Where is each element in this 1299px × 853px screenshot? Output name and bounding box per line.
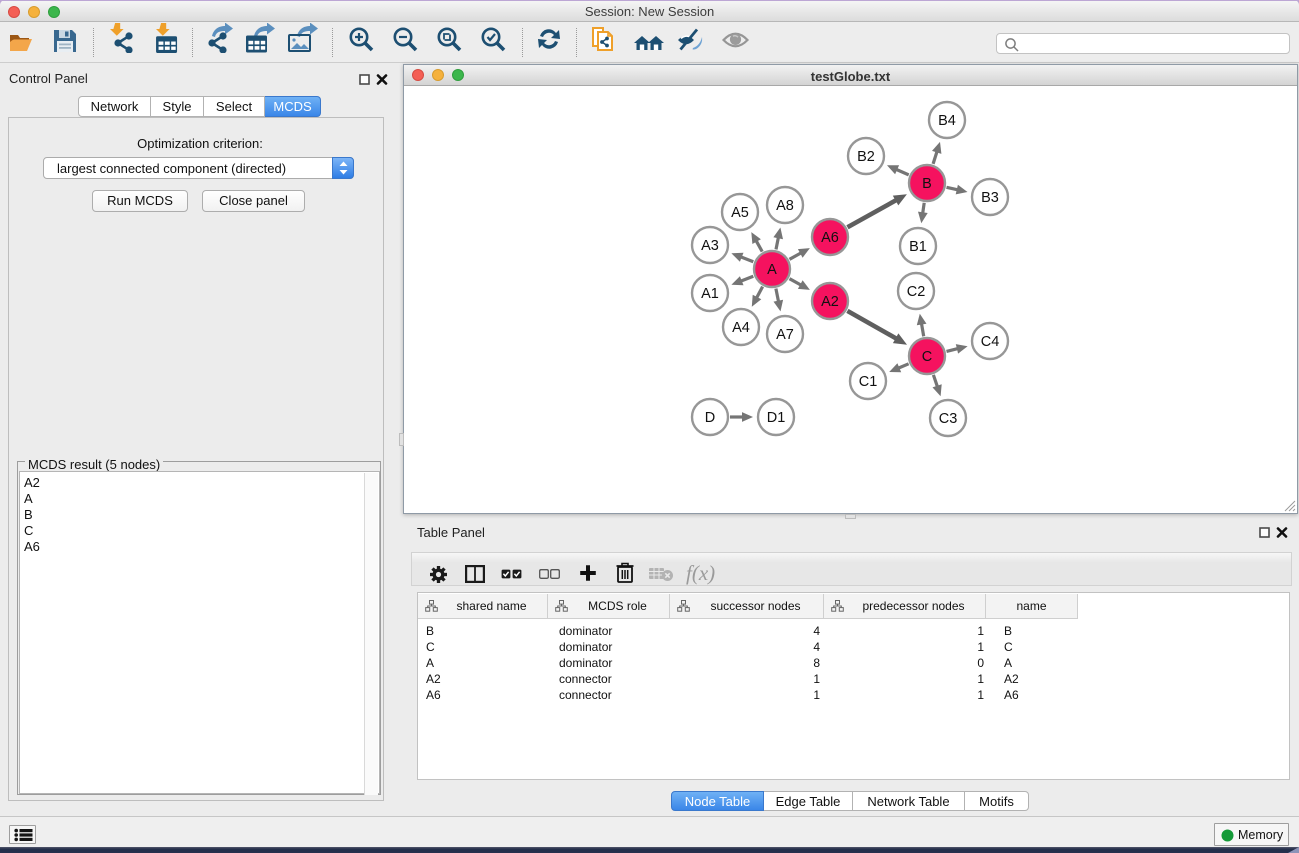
svg-text:A7: A7 <box>776 327 794 343</box>
svg-text:C3: C3 <box>939 411 958 427</box>
svg-text:C: C <box>922 349 932 365</box>
svg-text:B: B <box>922 176 932 192</box>
svg-text:B4: B4 <box>938 113 956 129</box>
svg-text:A8: A8 <box>776 198 794 214</box>
svg-text:C1: C1 <box>859 374 878 390</box>
svg-text:A2: A2 <box>821 294 839 310</box>
svg-text:A4: A4 <box>732 320 750 336</box>
svg-text:B1: B1 <box>909 239 927 255</box>
svg-text:A1: A1 <box>701 286 719 302</box>
svg-text:A6: A6 <box>821 230 839 246</box>
svg-text:A5: A5 <box>731 205 749 221</box>
svg-text:A3: A3 <box>701 238 719 254</box>
svg-text:B2: B2 <box>857 149 875 165</box>
svg-text:B3: B3 <box>981 190 999 206</box>
svg-text:A: A <box>767 262 777 278</box>
svg-text:C2: C2 <box>907 284 926 300</box>
svg-text:C4: C4 <box>981 334 1000 350</box>
svg-text:D: D <box>705 410 715 426</box>
svg-text:D1: D1 <box>767 410 786 426</box>
